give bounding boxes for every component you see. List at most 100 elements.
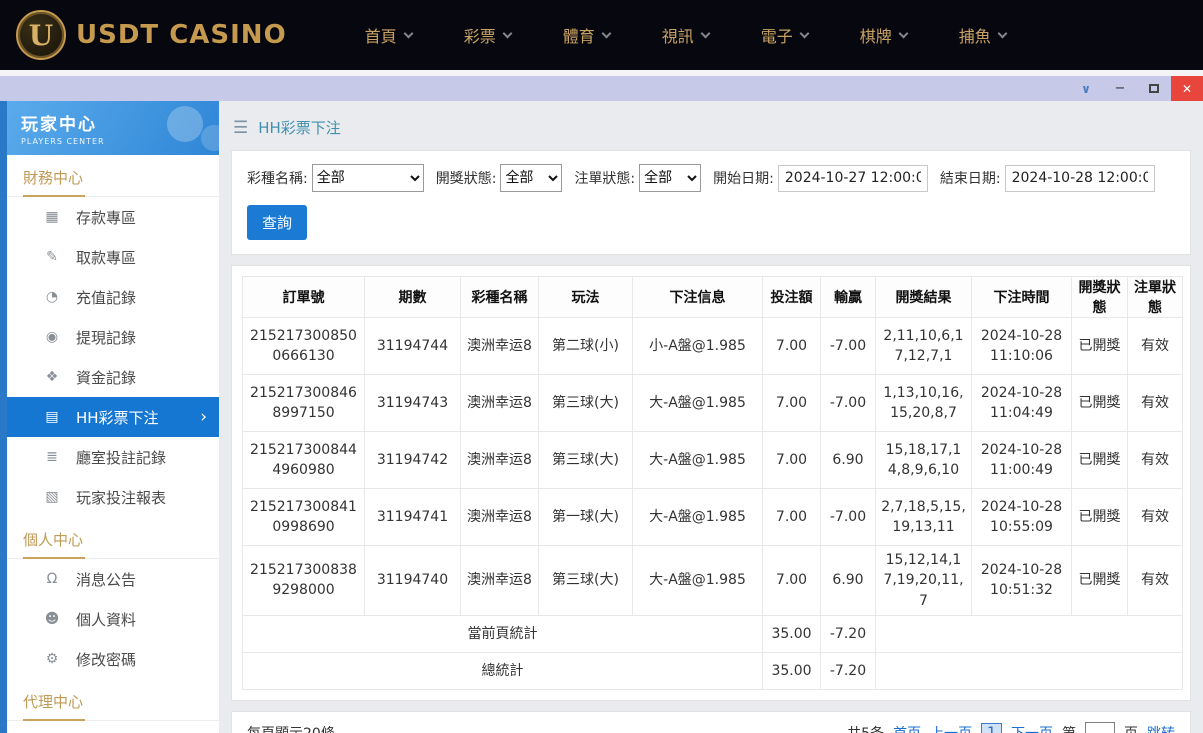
window-maximize-icon[interactable] (1137, 76, 1171, 101)
col-bet-time: 下注時間 (972, 277, 1072, 318)
window-collapse-icon[interactable]: ∨ (1069, 76, 1103, 101)
chevron-down-icon (997, 28, 1007, 38)
filter-row: 彩種名稱: 全部 開獎狀態: 全部 注單狀態: 全部 開始日期: 結束日期: (247, 164, 1175, 192)
col-bet-info: 下注信息 (633, 277, 763, 318)
bell-icon: Ω (43, 571, 61, 587)
bet-status-label: 注單狀態: (574, 168, 635, 188)
sidebar-item-label: 廳室投註記錄 (76, 447, 166, 468)
col-bet-amount: 投注額 (763, 277, 821, 318)
left-accent-strip (0, 101, 7, 733)
cell-draw-result: 1,13,10,16,15,20,8,7 (876, 375, 972, 432)
chevron-down-icon (502, 28, 512, 38)
nav-item-label: 捕魚 (959, 23, 991, 47)
brand-logo[interactable]: U USDT CASINO (16, 10, 287, 60)
cell-bet-info: 大-A盤@1.985 (633, 546, 763, 616)
top-nav: U USDT CASINO 首頁 彩票 體育 視訊 電子 棋牌 捕魚 (0, 0, 1203, 70)
total-count-text: 共5条 (847, 723, 884, 733)
col-draw-status: 開獎狀態 (1072, 277, 1128, 318)
sidebar-item-hh-lottery-bet[interactable]: ▤ HH彩票下注 › (7, 397, 219, 437)
window-minimize-icon[interactable]: − (1103, 76, 1137, 101)
nav-item-home[interactable]: 首頁 (365, 13, 412, 57)
workspace: 玩家中心 PLAYERS CENTER 財務中心 ▦ 存款專區 ✎ 取款專區 ◔… (0, 101, 1203, 733)
player-report-icon: ▧ (43, 489, 61, 505)
table-row: 2152173008500666130 31194744 澳洲幸运8 第二球(小… (243, 318, 1183, 375)
cell-issue: 31194743 (365, 375, 461, 432)
nav-item-lottery[interactable]: 彩票 (464, 13, 511, 57)
withdraw-icon: ✎ (43, 249, 61, 265)
nav-item-slots[interactable]: 電子 (761, 13, 808, 57)
draw-status-select[interactable]: 全部 (500, 164, 562, 192)
cell-order-no: 2152173008410998690 (243, 489, 365, 546)
cell-bet-info: 大-A盤@1.985 (633, 375, 763, 432)
col-play-type: 玩法 (539, 277, 633, 318)
cell-bet-info: 大-A盤@1.985 (633, 432, 763, 489)
sidebar-item-announcements[interactable]: Ω 消息公告 (7, 559, 219, 599)
bet-status-select[interactable]: 全部 (639, 164, 701, 192)
lottery-name-select[interactable]: 全部 (312, 164, 424, 192)
sidebar-item-withdraw[interactable]: ✎ 取款專區 (7, 237, 219, 277)
hall-record-icon: ≣ (43, 449, 61, 465)
sidebar-item-change-password[interactable]: ⚙ 修改密碼 (7, 639, 219, 679)
lottery-name-label: 彩種名稱: (247, 168, 308, 188)
draw-status-label: 開獎狀態: (436, 168, 497, 188)
page-size-text: 每頁顯示20條 (247, 723, 335, 733)
sidebar-item-profile[interactable]: ☻ 個人資料 (7, 599, 219, 639)
table-row: 2152173008389298000 31194740 澳洲幸运8 第三球(大… (243, 546, 1183, 616)
chevron-down-icon (799, 28, 809, 38)
cell-draw-status: 已開獎 (1072, 432, 1128, 489)
page-jump-input[interactable] (1085, 722, 1115, 733)
sidebar-item-hall-bet-record[interactable]: ≣ 廳室投註記錄 (7, 437, 219, 477)
start-date-label: 開始日期: (713, 168, 774, 188)
section-agent-center: 代理中心 (7, 679, 219, 721)
cell-draw-result: 2,7,18,5,15,19,13,11 (876, 489, 972, 546)
cell-bet-status: 有效 (1128, 432, 1183, 489)
col-order-no: 訂單號 (243, 277, 365, 318)
jump-label-before: 第 (1062, 723, 1076, 733)
search-button[interactable]: 查詢 (247, 205, 307, 240)
section-personal-center: 個人中心 (7, 517, 219, 559)
decorative-circle (167, 106, 203, 142)
sidebar-item-deposit[interactable]: ▦ 存款專區 (7, 197, 219, 237)
cell-issue: 31194742 (365, 432, 461, 489)
sidebar-item-withdrawal-record[interactable]: ◉ 提現記錄 (7, 317, 219, 357)
nav-item-fishing[interactable]: 捕魚 (959, 13, 1006, 57)
bets-table-panel: 訂單號 期數 彩種名稱 玩法 下注信息 投注額 輸贏 開獎結果 下注時間 開獎狀… (231, 265, 1191, 701)
nav-item-sports[interactable]: 體育 (563, 13, 610, 57)
prev-page-link[interactable]: 上一页 (930, 723, 972, 733)
page-summary-win-loss: -7.20 (821, 615, 876, 652)
table-row: 2152173008410998690 31194741 澳洲幸运8 第一球(大… (243, 489, 1183, 546)
main-content: ☰ HH彩票下注 彩種名稱: 全部 開獎狀態: 全部 注單狀態: 全部 開始日期… (219, 101, 1203, 733)
cell-bet-status: 有效 (1128, 489, 1183, 546)
current-page-indicator[interactable]: 1 (981, 723, 1002, 733)
cell-draw-status: 已開獎 (1072, 489, 1128, 546)
cell-bet-status: 有效 (1128, 318, 1183, 375)
nav-item-label: 體育 (563, 23, 595, 47)
deposit-icon: ▦ (43, 209, 61, 225)
cell-bet-time: 2024-10-28 10:55:09 (972, 489, 1072, 546)
menu-icon[interactable]: ☰ (233, 118, 248, 138)
cell-play-type: 第二球(小) (539, 318, 633, 375)
nav-item-live-video[interactable]: 視訊 (662, 13, 709, 57)
col-issue: 期數 (365, 277, 461, 318)
brand-name: USDT CASINO (76, 20, 287, 50)
sidebar-item-label: 提現記錄 (76, 327, 136, 348)
sidebar-item-funds-record[interactable]: ❖ 資金記錄 (7, 357, 219, 397)
window-close-icon[interactable]: ✕ (1171, 76, 1203, 101)
sidebar-item-player-bet-report[interactable]: ▧ 玩家投注報表 (7, 477, 219, 517)
cell-win-loss: -7.00 (821, 375, 876, 432)
jump-button[interactable]: 跳转 (1147, 723, 1175, 733)
cell-play-type: 第一球(大) (539, 489, 633, 546)
cell-bet-amount: 7.00 (763, 432, 821, 489)
section-finance-center: 財務中心 (7, 155, 219, 197)
nav-item-board-games[interactable]: 棋牌 (860, 13, 907, 57)
end-date-input[interactable] (1005, 165, 1155, 192)
total-summary-bet-total: 35.00 (763, 652, 821, 689)
chevron-down-icon (601, 28, 611, 38)
next-page-link[interactable]: 下一页 (1011, 723, 1053, 733)
cell-order-no: 2152173008468997150 (243, 375, 365, 432)
sidebar-item-recharge-record[interactable]: ◔ 充值記錄 (7, 277, 219, 317)
end-date-label: 結束日期: (940, 168, 1001, 188)
first-page-link[interactable]: 首页 (893, 723, 921, 733)
start-date-input[interactable] (778, 165, 928, 192)
window-title-bar: ∨ − ✕ (0, 76, 1203, 101)
